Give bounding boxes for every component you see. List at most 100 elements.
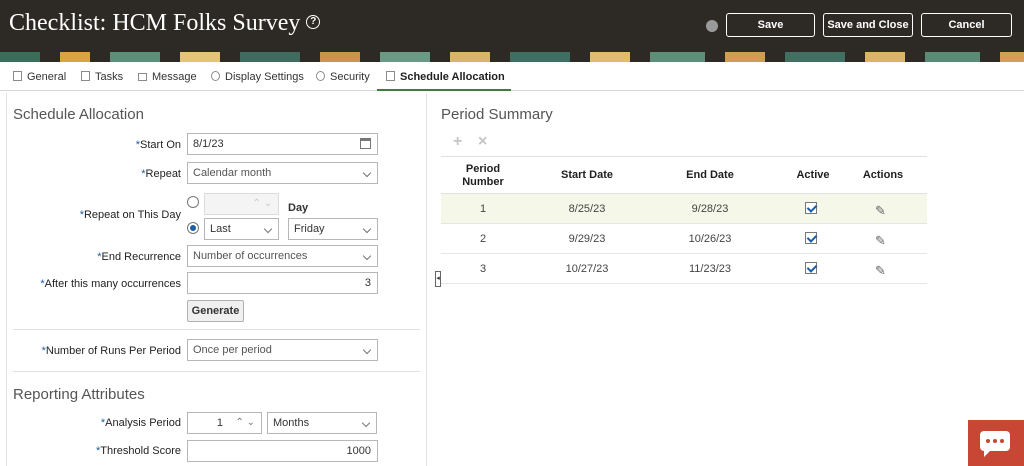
period-number-cell: 1: [479, 203, 487, 215]
document-icon: [13, 71, 22, 81]
analysis-period-stepper[interactable]: 1 ⌃ ⌄: [187, 412, 262, 434]
runs-per-period-value: Once per period: [193, 344, 272, 356]
threshold-score-input[interactable]: 1000: [187, 440, 378, 462]
tab-message[interactable]: Message: [138, 71, 197, 83]
occurrences-label: *After this many occurrences: [40, 278, 181, 290]
table-top-border: [441, 156, 927, 157]
tab-general[interactable]: General: [13, 71, 66, 83]
analysis-period-label-text: Analysis Period: [105, 417, 181, 429]
weekday-value: Friday: [294, 223, 325, 235]
decorative-banner: [0, 52, 1024, 62]
tab-general-label: General: [27, 71, 67, 83]
runs-per-period-label: *Number of Runs Per Period: [41, 345, 181, 357]
start-date-cell: 10/27/23: [565, 263, 609, 275]
analysis-period-value: 1: [216, 417, 223, 429]
threshold-score-label: *Threshold Score: [96, 445, 181, 457]
save-button[interactable]: Save: [726, 13, 815, 37]
end-date-cell: 11/23/23: [688, 263, 731, 275]
occurrence-value: Last: [210, 223, 231, 235]
analysis-unit-value: Months: [273, 417, 310, 429]
end-recurrence-select[interactable]: Number of occurrences: [187, 245, 378, 267]
table-row[interactable]: 2 9/29/23 10/26/23 ✎: [441, 224, 927, 254]
stepper-arrows-icon[interactable]: ⌃ ⌄: [235, 413, 255, 433]
table-row[interactable]: 3 10/27/23 11/23/23 ✎: [441, 254, 927, 284]
section-divider: [13, 329, 420, 330]
cancel-button[interactable]: Cancel: [921, 13, 1012, 37]
end-date-cell: 10/26/23: [688, 233, 732, 245]
help-icon[interactable]: ?: [306, 15, 321, 30]
schedule-allocation-heading: Schedule Allocation: [13, 106, 144, 123]
tab-tasks[interactable]: Tasks: [81, 71, 123, 83]
save-and-close-button[interactable]: Save and Close: [823, 13, 913, 37]
day-number-radio[interactable]: [187, 196, 199, 208]
active-checkbox[interactable]: [805, 232, 817, 244]
active-checkbox[interactable]: [805, 262, 817, 274]
repeat-value: Calendar month: [193, 167, 272, 179]
threshold-score-label-text: Threshold Score: [100, 445, 181, 457]
tab-display-settings[interactable]: Display Settings: [211, 71, 304, 83]
chevron-down-icon: [362, 168, 372, 178]
chevron-down-icon: [361, 418, 371, 428]
day-number-stepper[interactable]: ⌃ ⌄: [204, 193, 279, 215]
end-recurrence-label-text: End Recurrence: [101, 251, 182, 263]
table-row[interactable]: 1 8/25/23 9/28/23 ✎: [441, 194, 927, 224]
occurrences-input[interactable]: 3: [187, 272, 378, 294]
section-divider: [13, 371, 420, 372]
period-header-line-2: Number: [462, 176, 504, 188]
clipboard-icon: [81, 71, 90, 81]
chevron-down-icon: [263, 224, 273, 234]
analysis-unit-select[interactable]: Months: [267, 412, 377, 434]
repeat-label: *Repeat: [141, 168, 181, 180]
repeat-label-text: Repeat: [145, 168, 181, 180]
runs-per-period-label-text: Number of Runs Per Period: [45, 345, 181, 357]
column-header-actions[interactable]: Actions: [857, 169, 909, 181]
end-date-cell: 9/28/23: [691, 203, 729, 215]
active-checkbox[interactable]: [805, 202, 817, 214]
edit-pencil-icon[interactable]: ✎: [875, 263, 886, 279]
message-icon: [138, 73, 147, 81]
reporting-attributes-heading: Reporting Attributes: [13, 386, 145, 403]
start-on-value: 8/1/23: [193, 138, 224, 150]
last-weekday-radio[interactable]: [187, 222, 199, 234]
globe-icon[interactable]: [706, 20, 718, 32]
analysis-period-label: *Analysis Period: [100, 417, 181, 429]
column-header-period-number[interactable]: Period Number: [455, 163, 511, 189]
edit-pencil-icon[interactable]: ✎: [875, 233, 886, 249]
display-settings-icon: [211, 71, 220, 81]
column-header-start-date[interactable]: Start Date: [545, 169, 629, 181]
page-header: Checklist: HCM Folks Survey? Save Save a…: [0, 0, 1024, 52]
chevron-down-icon: [362, 345, 372, 355]
add-icon[interactable]: +: [453, 133, 462, 151]
page-title-text: Checklist: HCM Folks Survey: [9, 10, 301, 36]
weekday-select[interactable]: Friday: [288, 218, 378, 240]
tab-display-settings-label: Display Settings: [225, 71, 304, 83]
repeat-day-label-text: Repeat on This Day: [83, 209, 181, 221]
chevron-down-icon: [362, 251, 372, 261]
day-label: Day: [288, 202, 309, 214]
page-title: Checklist: HCM Folks Survey?: [9, 10, 321, 37]
generate-button[interactable]: Generate: [187, 300, 244, 322]
period-number-cell: 3: [479, 263, 487, 275]
calendar-icon: [386, 71, 395, 81]
start-date-cell: 8/25/23: [568, 203, 606, 215]
period-number-cell: 2: [479, 233, 487, 245]
tab-schedule-allocation-label: Schedule Allocation: [400, 71, 505, 83]
tab-tasks-label: Tasks: [95, 71, 124, 83]
occurrences-label-text: After this many occurrences: [44, 278, 181, 290]
edit-pencil-icon[interactable]: ✎: [875, 203, 886, 219]
repeat-select[interactable]: Calendar month: [187, 162, 378, 184]
tab-security[interactable]: Security: [316, 71, 370, 83]
start-date-cell: 9/29/23: [568, 233, 606, 245]
runs-per-period-select[interactable]: Once per period: [187, 339, 378, 361]
column-header-active[interactable]: Active: [790, 169, 836, 181]
calendar-picker-icon[interactable]: [360, 138, 371, 149]
tab-schedule-allocation[interactable]: Schedule Allocation: [386, 71, 505, 83]
tab-security-label: Security: [330, 71, 370, 83]
occurrence-select[interactable]: Last: [204, 218, 279, 240]
start-on-field[interactable]: 8/1/23: [187, 133, 378, 155]
column-header-end-date[interactable]: End Date: [668, 169, 752, 181]
tab-bar: General Tasks Message Display Settings S…: [0, 62, 1024, 91]
remove-icon[interactable]: ×: [478, 133, 487, 151]
period-summary-heading: Period Summary: [441, 106, 553, 123]
chat-button[interactable]: [968, 420, 1024, 466]
